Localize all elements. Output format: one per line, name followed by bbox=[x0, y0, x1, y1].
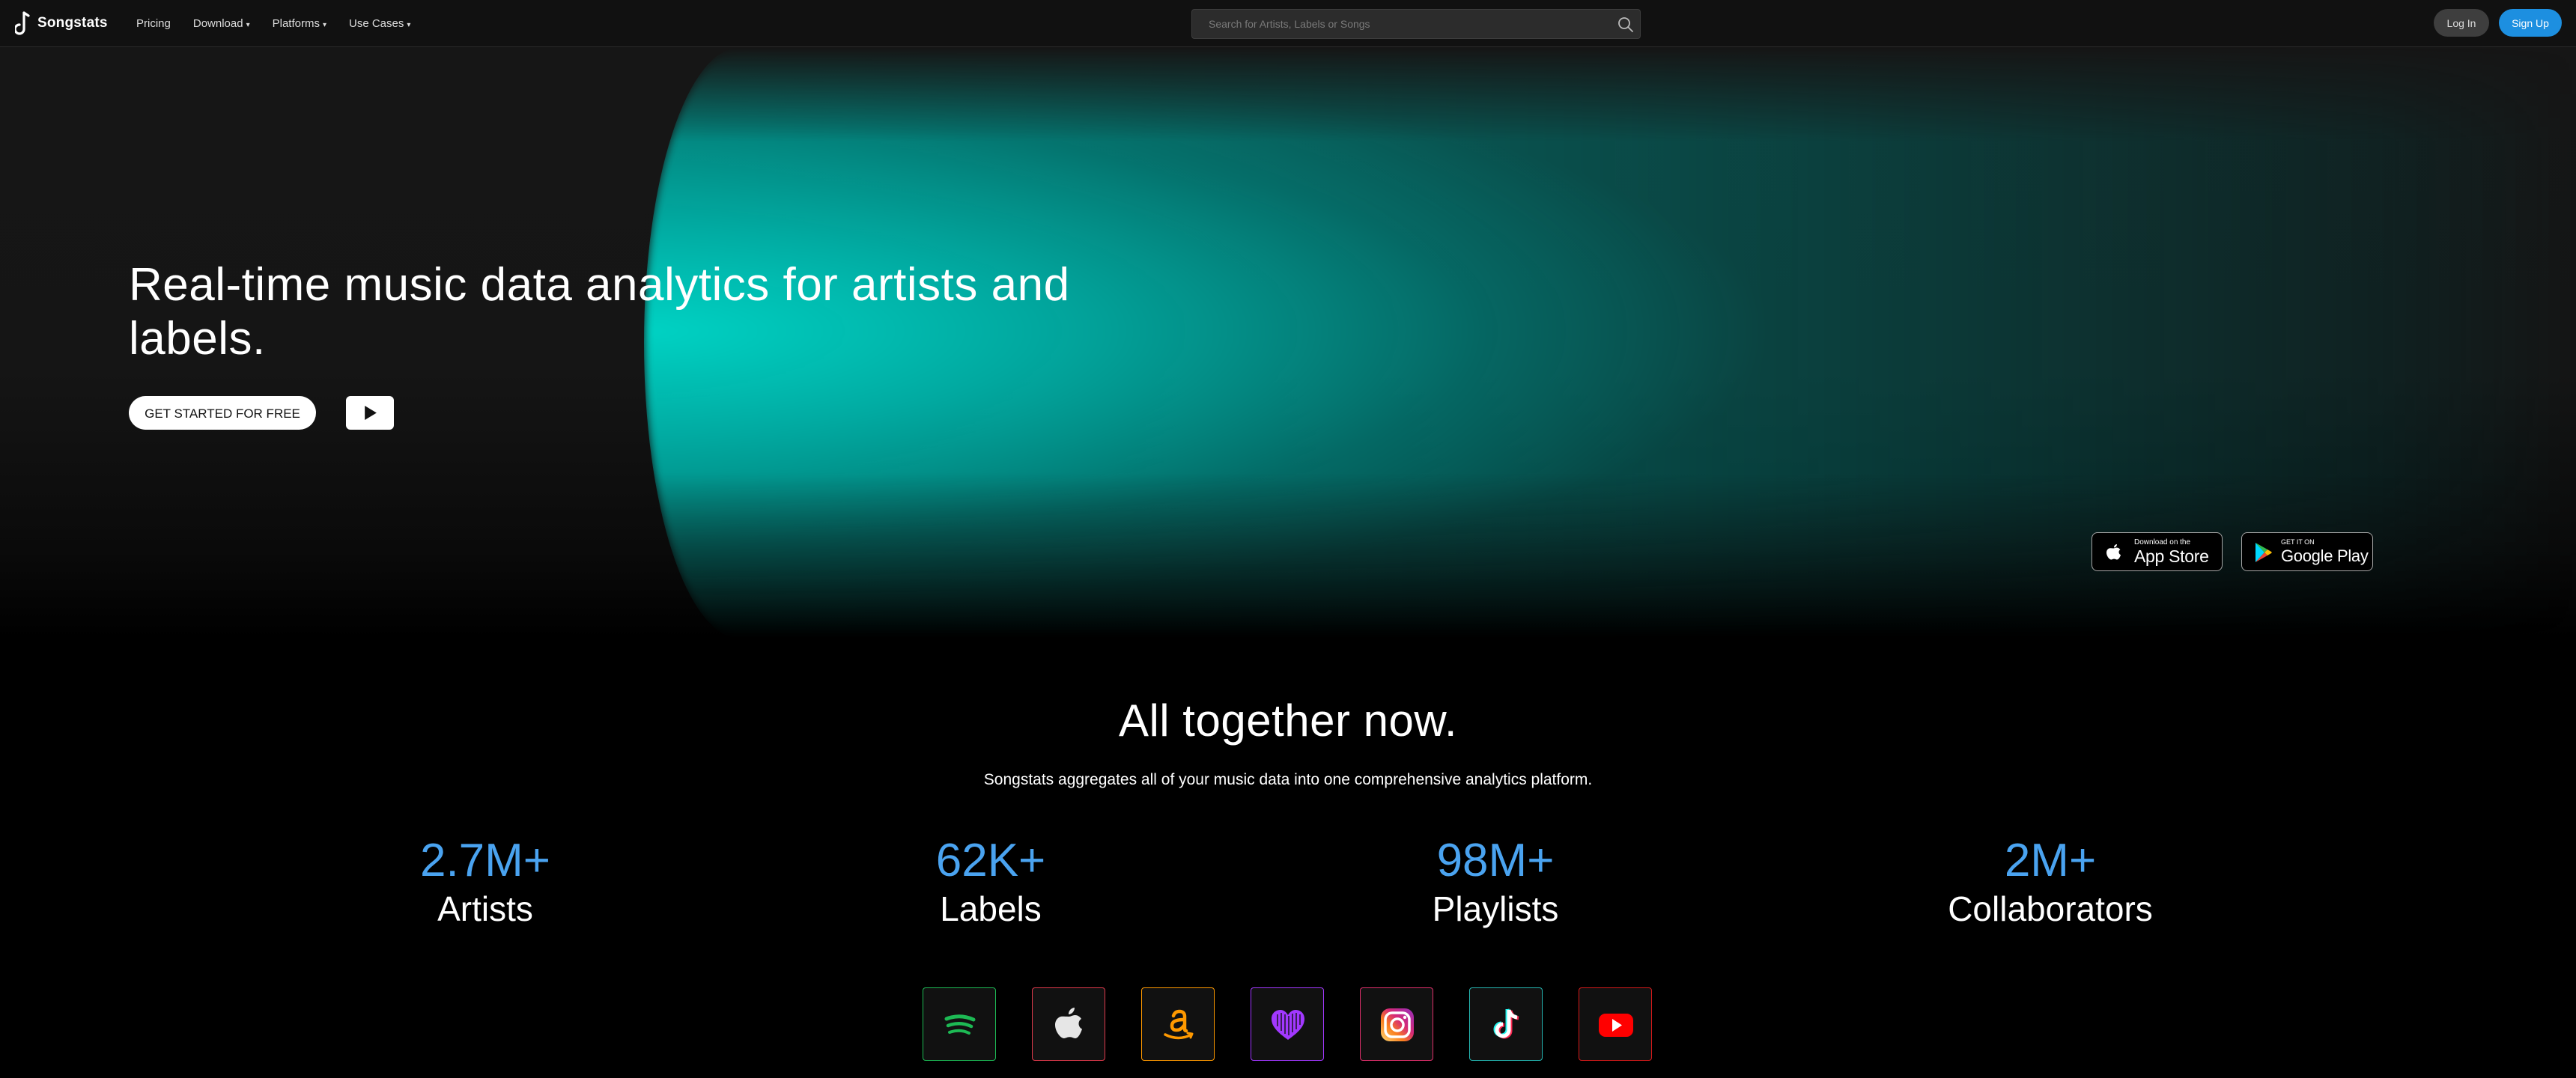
chevron-down-icon: ▾ bbox=[322, 21, 326, 29]
google-play-big-text: Google Play bbox=[2281, 546, 2369, 565]
songstats-logo-icon bbox=[15, 11, 30, 35]
top-navbar: Songstats Pricing Download ▾ Platforms ▾ U… bbox=[0, 0, 2576, 47]
platform-tiktok[interactable] bbox=[1469, 987, 1543, 1061]
chevron-down-icon: ▾ bbox=[246, 21, 250, 29]
search-icon[interactable] bbox=[1617, 16, 1635, 34]
stat-label: Collaborators bbox=[1948, 889, 2153, 928]
nav-link-use-cases[interactable]: Use Cases ▾ bbox=[349, 17, 410, 30]
app-store-big-text: App Store bbox=[2134, 546, 2209, 566]
instagram-icon bbox=[1381, 1008, 1414, 1041]
hero-section: Real-time music data analytics for artis… bbox=[0, 47, 2576, 639]
apple-icon bbox=[2106, 544, 2121, 560]
nav-link-download[interactable]: Download ▾ bbox=[193, 17, 250, 30]
section-title: All together now. bbox=[1118, 695, 1458, 746]
get-started-button[interactable]: GET STARTED FOR FREE bbox=[129, 396, 316, 430]
apple-music-icon bbox=[1055, 1008, 1082, 1038]
stat-value: 2M+ bbox=[2004, 835, 2097, 886]
platform-apple-music[interactable] bbox=[1032, 987, 1105, 1061]
app-store-small-text: Download on the bbox=[2134, 538, 2191, 546]
nav-link-label: Platforms bbox=[272, 17, 320, 30]
chevron-down-icon: ▾ bbox=[407, 21, 411, 29]
stat-label: Labels bbox=[940, 889, 1042, 928]
tiktok-icon bbox=[1493, 1008, 1519, 1039]
youtube-icon bbox=[1599, 1014, 1633, 1037]
login-button[interactable]: Log In bbox=[2434, 9, 2489, 37]
platform-youtube[interactable] bbox=[1579, 987, 1652, 1061]
stat-artists: 2.7M+ Artists bbox=[298, 831, 672, 927]
platform-amazon-music[interactable] bbox=[1141, 987, 1215, 1061]
stat-value: 98M+ bbox=[1436, 835, 1555, 886]
search-input[interactable] bbox=[1192, 10, 1597, 38]
google-play-small-text: GET IT ON bbox=[2281, 538, 2315, 546]
search-box bbox=[1191, 9, 1641, 39]
stat-value: 62K+ bbox=[935, 835, 1046, 886]
nav-link-platforms[interactable]: Platforms ▾ bbox=[273, 17, 326, 30]
platform-instagram[interactable] bbox=[1360, 987, 1433, 1061]
stat-playlists: 98M+ Playlists bbox=[1308, 831, 1683, 927]
stat-label: Artists bbox=[437, 889, 533, 928]
play-icon bbox=[365, 406, 377, 420]
deezer-icon bbox=[1272, 1010, 1304, 1040]
logo-text: Songstats bbox=[37, 15, 108, 31]
platform-spotify[interactable] bbox=[923, 987, 996, 1061]
stat-collaborators: 2M+ Collaborators bbox=[1863, 831, 2238, 927]
google-play-icon bbox=[2255, 543, 2272, 562]
hero-title: Real-time music data analytics for artis… bbox=[129, 259, 1070, 365]
nav-link-label: Pricing bbox=[136, 17, 171, 30]
stat-labels: 62K+ Labels bbox=[804, 831, 1178, 927]
section-subtitle: Songstats aggregates all of your music d… bbox=[983, 771, 1593, 788]
nav-links: Pricing Download ▾ Platforms ▾ Use Cases ▾ bbox=[136, 0, 433, 47]
stat-value: 2.7M+ bbox=[419, 835, 551, 886]
nav-link-pricing[interactable]: Pricing bbox=[136, 17, 171, 30]
nav-link-label: Use Cases bbox=[349, 17, 404, 30]
google-play-badge[interactable]: GET IT ON Google Play bbox=[2241, 532, 2373, 571]
amazon-music-icon bbox=[1164, 1009, 1194, 1040]
platform-deezer[interactable] bbox=[1251, 987, 1324, 1061]
signup-button[interactable]: Sign Up bbox=[2499, 9, 2562, 37]
play-video-button[interactable] bbox=[346, 396, 394, 430]
stat-label: Playlists bbox=[1432, 889, 1559, 928]
songstats-logo[interactable]: Songstats bbox=[15, 10, 108, 36]
nav-link-label: Download bbox=[192, 17, 243, 30]
app-store-badge[interactable]: Download on the App Store bbox=[2092, 532, 2223, 571]
spotify-icon bbox=[944, 1014, 976, 1035]
